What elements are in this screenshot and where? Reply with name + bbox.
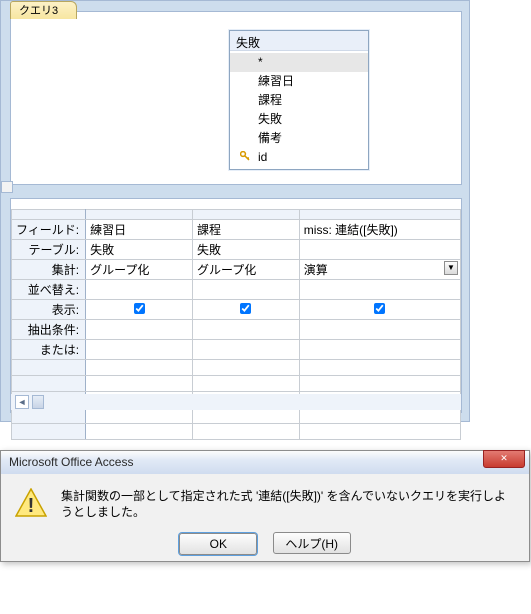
design-grid: フィールド: 練習日 課程 miss: 連結([失敗]) テーブル: 失敗 失敗…	[10, 198, 462, 413]
row-label-field: フィールド:	[12, 220, 86, 240]
column-selector[interactable]	[86, 210, 193, 220]
cell-criteria[interactable]	[192, 320, 299, 340]
ok-button[interactable]: OK	[179, 533, 257, 555]
cell-criteria[interactable]	[86, 320, 193, 340]
tables-pane: クエリ3 失敗 * 練習日 課程 失敗 備考 id	[10, 11, 462, 185]
cell-field[interactable]: 練習日	[86, 220, 193, 240]
cell-or[interactable]	[299, 340, 460, 360]
row-label-blank	[12, 376, 86, 392]
cell-total-value: 演算	[304, 263, 328, 277]
field-list-item-label: id	[258, 150, 267, 164]
row-label-show: 表示:	[12, 300, 86, 320]
scroll-left-icon[interactable]: ◄	[15, 395, 29, 409]
column-selector[interactable]	[299, 210, 460, 220]
row-label-blank	[12, 360, 86, 376]
object-tab-label: クエリ3	[19, 5, 58, 17]
field-list-item[interactable]: 失敗	[230, 110, 368, 129]
dropdown-button[interactable]: ▼	[444, 261, 458, 275]
field-list-item[interactable]: 備考	[230, 129, 368, 148]
key-icon	[240, 151, 250, 161]
show-checkbox[interactable]	[134, 303, 145, 314]
svg-text:!: !	[28, 495, 35, 517]
cell-show[interactable]	[192, 300, 299, 320]
cell-total[interactable]: 演算 ▼	[299, 260, 460, 280]
cell-or[interactable]	[192, 340, 299, 360]
dialog-message: 集計関数の一部として指定された式 '連結([失敗])' を含んでいないクエリを実…	[61, 488, 515, 520]
cell-show[interactable]	[86, 300, 193, 320]
cell-field[interactable]: 課程	[192, 220, 299, 240]
row-corner	[12, 210, 86, 220]
cell-table[interactable]: 失敗	[86, 240, 193, 260]
dialog-titlebar[interactable]: Microsoft Office Access ✕	[1, 451, 529, 474]
column-selector[interactable]	[192, 210, 299, 220]
cell-sort[interactable]	[192, 280, 299, 300]
cell-total[interactable]: グループ化	[192, 260, 299, 280]
field-list[interactable]: 失敗 * 練習日 課程 失敗 備考 id	[229, 30, 369, 170]
cell-total[interactable]: グループ化	[86, 260, 193, 280]
field-list-star[interactable]: *	[230, 53, 368, 72]
row-label-sort: 並べ替え:	[12, 280, 86, 300]
row-label-total: 集計:	[12, 260, 86, 280]
row-label-or: または:	[12, 340, 86, 360]
warning-icon: !	[15, 488, 47, 518]
field-list-item-pk[interactable]: id	[230, 148, 368, 167]
help-button[interactable]: ヘルプ(H)	[273, 532, 351, 554]
message-dialog: Microsoft Office Access ✕ ! 集計関数の一部として指定…	[0, 450, 530, 562]
field-list-item[interactable]: 課程	[230, 91, 368, 110]
row-label-criteria: 抽出条件:	[12, 320, 86, 340]
cell-table[interactable]: 失敗	[192, 240, 299, 260]
scroll-thumb[interactable]	[32, 395, 44, 409]
cell-or[interactable]	[86, 340, 193, 360]
object-tab[interactable]: クエリ3	[10, 1, 77, 19]
cell-table[interactable]	[299, 240, 460, 260]
close-icon: ✕	[500, 453, 508, 463]
show-checkbox[interactable]	[240, 303, 251, 314]
record-nav-stub[interactable]	[1, 181, 13, 193]
cell-sort[interactable]	[86, 280, 193, 300]
row-label-blank	[12, 424, 86, 440]
grid-horizontal-scroll: ◄	[11, 394, 461, 410]
query-design-area: クエリ3 失敗 * 練習日 課程 失敗 備考 id	[0, 0, 470, 422]
cell-field[interactable]: miss: 連結([失敗])	[299, 220, 460, 240]
row-label-table: テーブル:	[12, 240, 86, 260]
cell-criteria[interactable]	[299, 320, 460, 340]
field-list-item[interactable]: 練習日	[230, 72, 368, 91]
cell-sort[interactable]	[299, 280, 460, 300]
dialog-close-button[interactable]: ✕	[483, 450, 525, 468]
show-checkbox[interactable]	[374, 303, 385, 314]
field-list-title: 失敗	[230, 31, 368, 51]
cell-show[interactable]	[299, 300, 460, 320]
dialog-title: Microsoft Office Access	[9, 455, 133, 469]
